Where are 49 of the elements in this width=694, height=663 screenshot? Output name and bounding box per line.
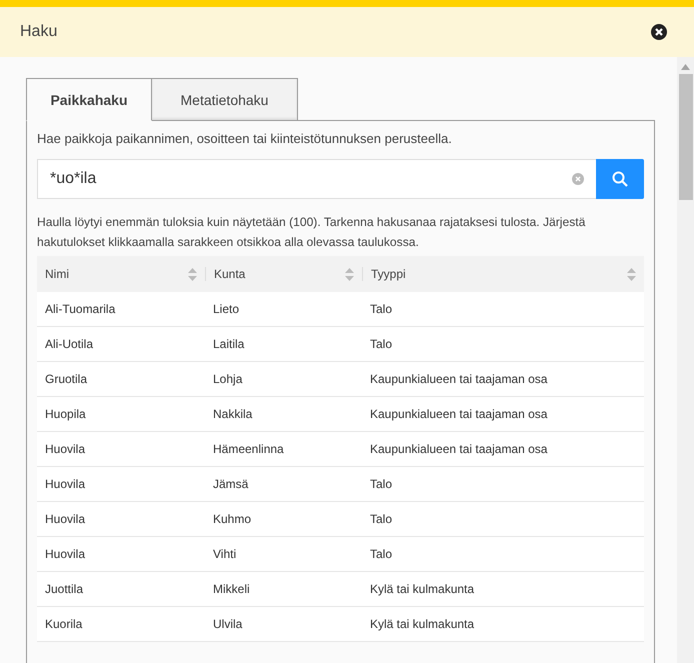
- table-cell: Lieto: [205, 292, 362, 326]
- table-cell: Huovila: [37, 432, 205, 466]
- table-cell: Kylä tai kulmakunta: [362, 572, 644, 606]
- table-cell: Laitila: [205, 326, 362, 362]
- table-cell: Kaupunkialueen tai taajaman osa: [362, 362, 644, 396]
- table-cell: Huovila: [37, 502, 205, 536]
- scroll-up-icon[interactable]: [681, 64, 690, 70]
- notice-text: Haulla löytyi enemmän tuloksia kuin näytetään (100). Tarkenna hakusanaa rajataksesi tulosta. Järjestä hakutulokset klikkaamalla sarakkeen otsikkoa alla olevassa taulukossa.: [37, 214, 586, 251]
- table-cell: Hämeenlinna: [205, 432, 362, 466]
- table-cell: Jämsä: [205, 466, 362, 502]
- table-cell: Talo: [362, 466, 644, 502]
- table-cell: Vihti: [205, 536, 362, 572]
- search-field[interactable]: *uo*ila: [37, 159, 596, 199]
- table-cell: Talo: [362, 326, 644, 362]
- sort-icon: [345, 268, 354, 280]
- table-cell: Talo: [362, 292, 644, 326]
- column-header[interactable]: Nimi: [37, 256, 205, 292]
- column-header[interactable]: Kunta: [205, 256, 362, 292]
- table-cell: Ali-Tuomarila: [37, 292, 205, 326]
- search-button[interactable]: [596, 159, 644, 199]
- table-cell: Kylä tai kulmakunta: [362, 606, 644, 642]
- table-cell: Talo: [362, 502, 644, 536]
- close-icon[interactable]: [651, 24, 667, 40]
- table-cell: Huovila: [37, 466, 205, 502]
- search-icon: [612, 171, 628, 187]
- sort-icon: [627, 268, 636, 280]
- table-cell: Talo: [362, 536, 644, 572]
- table-cell: Huovila: [37, 536, 205, 572]
- sort-icon: [188, 268, 197, 280]
- instruction-text: Hae paikkoja paikannimen, osoitteen tai kiinteistötunnuksen perusteella.: [37, 131, 453, 146]
- table-cell: Huopila: [37, 396, 205, 432]
- scrollbar[interactable]: [677, 57, 694, 663]
- tab[interactable]: Paikkahaku: [26, 78, 152, 121]
- tab[interactable]: Metatietohaku: [151, 78, 298, 121]
- table-cell: Kuhmo: [205, 502, 362, 536]
- dialog-title: Haku: [20, 23, 58, 41]
- scrollbar-thumb[interactable]: [678, 74, 692, 200]
- clear-icon[interactable]: [572, 173, 584, 185]
- table-cell: Juottila: [37, 572, 205, 606]
- table-cell: Gruotila: [37, 362, 205, 396]
- table-cell: Kaupunkialueen tai taajaman osa: [362, 396, 644, 432]
- column-header[interactable]: Tyyppi: [362, 256, 644, 292]
- table-cell: Mikkeli: [205, 572, 362, 606]
- table-cell: Ali-Uotila: [37, 326, 205, 362]
- table-cell: Lohja: [205, 362, 362, 396]
- table-cell: Kuorila: [37, 606, 205, 642]
- table-cell: Kaupunkialueen tai taajaman osa: [362, 432, 644, 466]
- table-cell: Nakkila: [205, 396, 362, 432]
- table-cell: Ulvila: [205, 606, 362, 642]
